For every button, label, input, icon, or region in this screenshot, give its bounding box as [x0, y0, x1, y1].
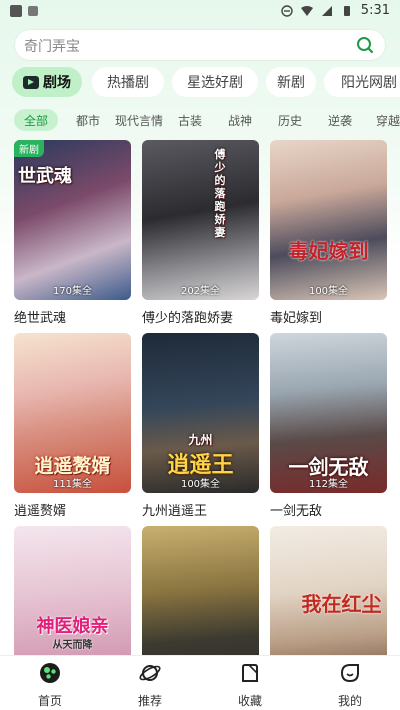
- drama-title: 九州逍遥王: [142, 504, 208, 519]
- nav-favorites[interactable]: 收藏: [210, 662, 290, 709]
- search-bar[interactable]: 奇门弄宝: [14, 29, 386, 61]
- home-icon: [40, 663, 60, 683]
- drama-card[interactable]: 九州 逍遥王 100集全 九州逍遥王: [142, 333, 259, 519]
- poster-title-text: 傅少的落跑娇妻: [214, 148, 226, 239]
- tab-selected[interactable]: 星选好剧: [172, 67, 258, 97]
- poster-title-text: 逍遥赘婿: [34, 455, 111, 477]
- tab-theater[interactable]: 剧场: [12, 67, 82, 97]
- category-modern-romance[interactable]: 现代言情: [112, 109, 166, 131]
- drama-title: 逍遥赘婿: [14, 504, 67, 519]
- drama-poster[interactable]: 九州 逍遥王 100集全: [142, 333, 259, 493]
- drama-title: 绝世武魂: [14, 311, 67, 326]
- drama-card[interactable]: 毒妃嫁到 100集全 毒妃嫁到: [270, 140, 387, 326]
- tab-hot-label: 热播剧: [107, 75, 149, 91]
- tv-icon: [23, 75, 39, 89]
- tab-new-label: 新剧: [277, 75, 305, 91]
- nav-favorites-label: 收藏: [237, 694, 262, 708]
- episode-count: 112集全: [308, 479, 349, 490]
- nav-recommend-label: 推荐: [137, 694, 162, 708]
- battery-icon: [343, 5, 350, 16]
- episode-count: 100集全: [180, 479, 221, 490]
- bookmark-icon: [242, 664, 258, 682]
- tab-sunshine[interactable]: 阳光网剧: [324, 67, 400, 97]
- tab-new[interactable]: 新剧: [266, 67, 316, 97]
- drama-card[interactable]: 傅少的落跑娇妻 202集全 傅少的落跑娇妻: [142, 140, 259, 326]
- nav-recommend[interactable]: 推荐: [110, 662, 190, 709]
- nav-home[interactable]: 首页: [10, 662, 90, 709]
- drama-title: 毒妃嫁到: [270, 311, 323, 326]
- tab-hot[interactable]: 热播剧: [92, 67, 164, 97]
- app-notification-icon: [10, 5, 22, 17]
- poster-title-text: 我在红尘: [301, 592, 382, 616]
- category-filter: 全部 都市 现代言情 古装 战神 历史 逆袭 穿越: [14, 109, 400, 133]
- episode-count: 170集全: [52, 286, 93, 297]
- poster-subtitle-text: 九州: [188, 433, 213, 447]
- category-comeback[interactable]: 逆袭: [322, 109, 358, 131]
- poster-title-text: 毒妃嫁到: [288, 239, 369, 263]
- drama-title: 傅少的落跑娇妻: [142, 311, 234, 326]
- episode-count: 202集全: [180, 286, 221, 297]
- episode-count: 111集全: [52, 479, 93, 490]
- search-input[interactable]: 奇门弄宝: [24, 36, 80, 56]
- bottom-nav: 首页 推荐 收藏 我的: [0, 655, 400, 710]
- accessibility-notification-icon: [28, 6, 38, 16]
- tab-theater-label: 剧场: [43, 75, 71, 91]
- nav-home-label: 首页: [37, 694, 62, 708]
- category-war-god[interactable]: 战神: [222, 109, 258, 131]
- signal-icon: [321, 5, 332, 16]
- status-bar: 5:31: [0, 0, 400, 22]
- poster-title-text: 世武魂: [18, 166, 72, 187]
- drama-card[interactable]: 逍遥赘婿 111集全 逍遥赘婿: [14, 333, 131, 519]
- wifi-icon: [300, 5, 313, 16]
- drama-card[interactable]: 一剑无敌 112集全 一剑无敌: [270, 333, 387, 519]
- drama-poster[interactable]: 一剑无敌 112集全: [270, 333, 387, 493]
- nav-profile-label: 我的: [337, 694, 362, 708]
- category-costume[interactable]: 古装: [172, 109, 208, 131]
- drama-card[interactable]: 新剧 世武魂 170集全 绝世武魂: [14, 140, 131, 326]
- drama-poster[interactable]: 傅少的落跑娇妻 202集全: [142, 140, 259, 300]
- status-time: 5:31: [360, 3, 390, 18]
- tab-selected-label: 星选好剧: [187, 75, 243, 91]
- tab-sunshine-label: 阳光网剧: [341, 75, 397, 91]
- episode-count: 100集全: [308, 286, 349, 297]
- drama-poster[interactable]: 新剧 世武魂 170集全: [14, 140, 131, 300]
- drama-title: 一剑无敌: [270, 504, 323, 519]
- category-all[interactable]: 全部: [14, 109, 58, 131]
- profile-icon: [340, 664, 359, 683]
- drama-poster[interactable]: 毒妃嫁到 100集全: [270, 140, 387, 300]
- planet-icon: [139, 665, 161, 681]
- poster-title-text: 神医娘亲: [36, 616, 109, 637]
- category-urban[interactable]: 都市: [70, 109, 106, 131]
- category-history[interactable]: 历史: [272, 109, 308, 131]
- category-time-travel[interactable]: 穿越: [370, 109, 400, 131]
- top-tabs: 剧场 热播剧 星选好剧 新剧 阳光网剧: [12, 67, 400, 99]
- search-icon[interactable]: [356, 36, 374, 54]
- new-badge: 新剧: [14, 140, 44, 157]
- nav-profile[interactable]: 我的: [310, 662, 390, 709]
- poster-subtitle-text: 从天而降: [52, 640, 93, 651]
- dnd-icon: [281, 4, 293, 17]
- drama-poster[interactable]: 逍遥赘婿 111集全: [14, 333, 131, 493]
